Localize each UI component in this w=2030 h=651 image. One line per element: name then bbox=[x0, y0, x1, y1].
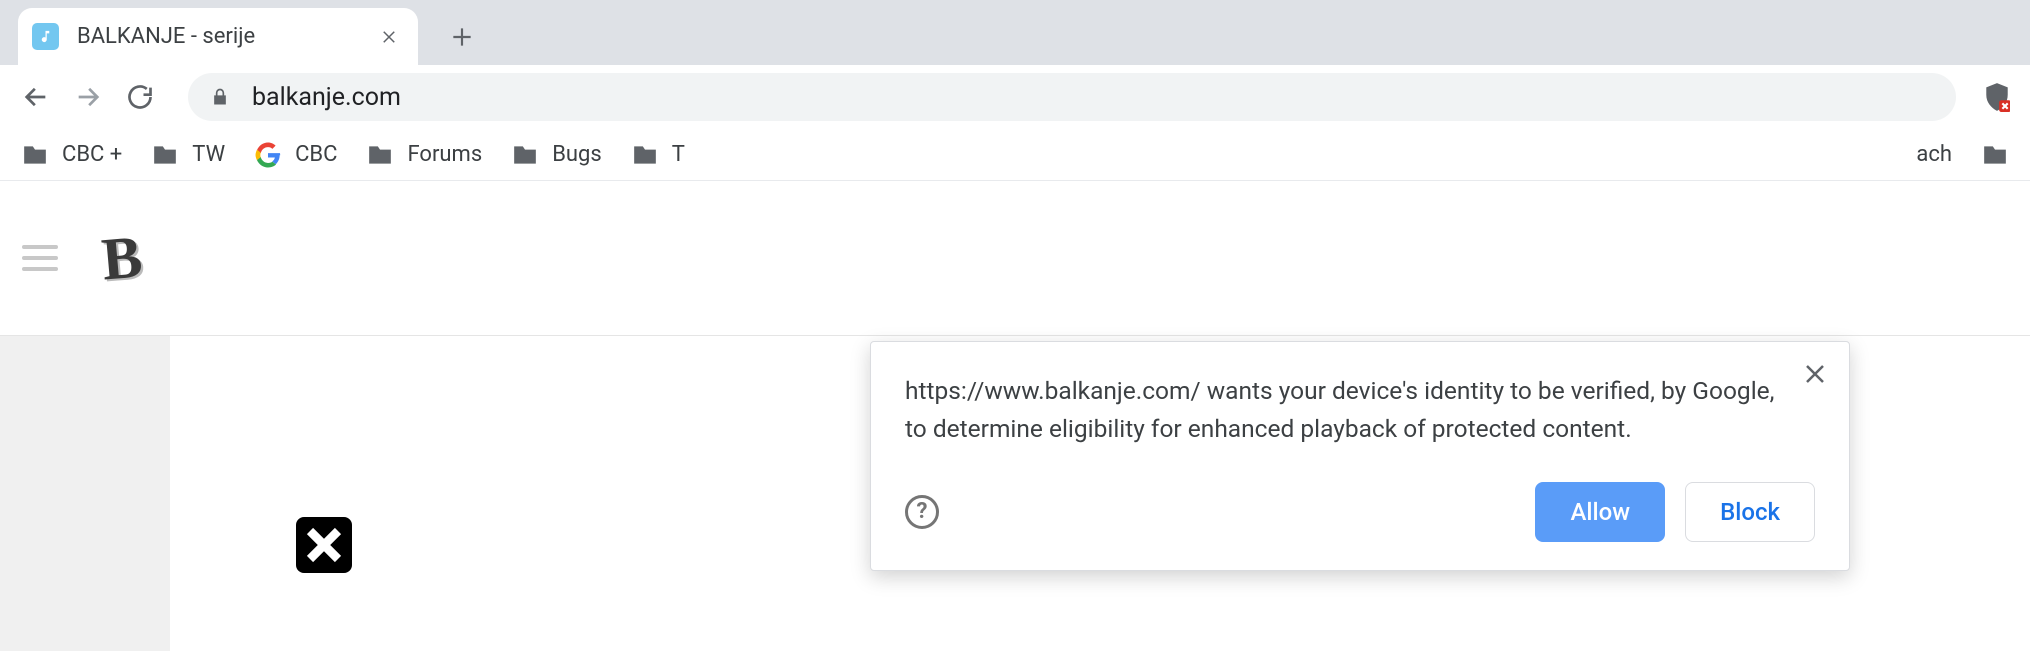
music-note-icon bbox=[32, 23, 59, 50]
bookmarks-bar: CBC + TW CBC Forums Bugs T ach bbox=[0, 129, 2030, 181]
address-bar[interactable]: balkanje.com bbox=[188, 73, 1956, 121]
bookmark-truncated-2[interactable]: ach bbox=[1916, 142, 1952, 167]
allow-button[interactable]: Allow bbox=[1535, 482, 1665, 542]
browser-tab[interactable]: BALKANJE - serije bbox=[18, 8, 418, 65]
folder-icon bbox=[512, 142, 538, 168]
toolbar: balkanje.com bbox=[0, 65, 2030, 129]
close-tab-icon[interactable] bbox=[378, 26, 400, 48]
site-header: B bbox=[0, 181, 2030, 336]
privacy-shield-icon[interactable] bbox=[1978, 78, 2016, 116]
bookmark-forums[interactable]: Forums bbox=[367, 142, 482, 168]
bookmark-label: CBC bbox=[295, 142, 337, 167]
bookmark-bugs[interactable]: Bugs bbox=[512, 142, 602, 168]
folder-icon bbox=[367, 142, 393, 168]
bookmark-label: Forums bbox=[407, 142, 482, 167]
bookmark-label: Bugs bbox=[552, 142, 602, 167]
bookmark-label: CBC + bbox=[62, 142, 122, 167]
bookmark-truncated-3[interactable] bbox=[1982, 142, 2008, 168]
tab-strip: BALKANJE - serije bbox=[0, 0, 2030, 65]
dialog-message: https://www.balkanje.com/ wants your dev… bbox=[905, 372, 1815, 448]
lock-icon bbox=[210, 87, 230, 107]
bookmark-label: TW bbox=[192, 142, 225, 167]
page-viewport: B https://www.balkanje.com/ wants your d… bbox=[0, 181, 2030, 651]
bookmark-tw[interactable]: TW bbox=[152, 142, 225, 168]
folder-icon bbox=[22, 142, 48, 168]
bookmark-cbc-plus[interactable]: CBC + bbox=[22, 142, 122, 168]
forward-button[interactable] bbox=[66, 75, 110, 119]
bookmark-truncated-1[interactable]: T bbox=[632, 142, 685, 168]
dialog-close-icon[interactable] bbox=[1801, 360, 1829, 388]
bookmark-label: T bbox=[672, 142, 685, 167]
bookmark-cbc[interactable]: CBC bbox=[255, 142, 337, 168]
google-icon bbox=[255, 142, 281, 168]
reload-button[interactable] bbox=[118, 75, 162, 119]
folder-icon bbox=[632, 142, 658, 168]
help-icon[interactable]: ? bbox=[905, 495, 939, 529]
ad-close-button[interactable] bbox=[296, 517, 352, 573]
new-tab-button[interactable] bbox=[438, 13, 486, 61]
permission-dialog: https://www.balkanje.com/ wants your dev… bbox=[870, 341, 1850, 571]
bookmark-label: ach bbox=[1916, 142, 1952, 167]
folder-icon bbox=[1982, 142, 2008, 168]
url-text: balkanje.com bbox=[252, 83, 401, 112]
hamburger-menu-icon[interactable] bbox=[22, 245, 58, 271]
site-logo[interactable]: B bbox=[83, 219, 161, 297]
folder-icon bbox=[152, 142, 178, 168]
back-button[interactable] bbox=[14, 75, 58, 119]
tab-title: BALKANJE - serije bbox=[77, 24, 368, 49]
block-button[interactable]: Block bbox=[1685, 482, 1815, 542]
